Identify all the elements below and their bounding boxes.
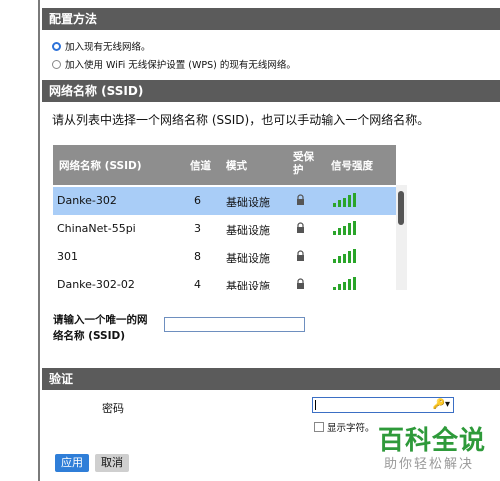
section-header-ssid: 网络名称 (SSID) — [42, 80, 500, 102]
scrollbar-thumb[interactable] — [398, 191, 404, 225]
col-channel-header: 信道 — [190, 160, 211, 172]
cell-ssid: 301 — [57, 250, 78, 263]
section-header-auth: 验证 — [42, 368, 500, 390]
checkbox[interactable] — [314, 422, 324, 432]
instruction-text: 请从列表中选择一个网络名称 (SSID)，也可以手动输入一个网络名称。 — [52, 113, 430, 127]
table-header: 网络名称 (SSID) 信道 模式 受保护 信号强度 — [53, 145, 396, 185]
cell-mode: 基础设施 — [226, 196, 270, 209]
lock-icon — [297, 250, 304, 261]
radio-label: 加入现有无线网络。 — [65, 42, 151, 53]
signal-icon — [333, 249, 356, 263]
table-row[interactable]: Danke-302-02 4 基础设施 — [53, 271, 396, 290]
col-mode-header: 模式 — [226, 160, 247, 172]
section-header-config: 配置方法 — [42, 8, 500, 30]
cancel-button[interactable]: 取消 — [95, 454, 129, 472]
ssid-label-line1: 请输入一个唯一的网 — [53, 314, 148, 326]
cell-channel: 8 — [194, 250, 201, 263]
table-row[interactable]: ChinaNet-55pi 3 基础设施 — [53, 215, 396, 243]
watermark-title: 百科全说 — [378, 426, 487, 456]
table-scrollbar[interactable] — [396, 185, 407, 290]
cell-ssid: ChinaNet-55pi — [57, 222, 136, 235]
ssid-input[interactable] — [164, 317, 305, 332]
password-field[interactable]: 🔑▾ — [312, 397, 454, 413]
show-chars-label: 显示字符。 — [327, 423, 375, 434]
col-name-header: 网络名称 (SSID) — [59, 160, 142, 172]
cell-channel: 6 — [194, 194, 201, 207]
ssid-input-label: 请输入一个唯一的网 络名称 (SSID) — [53, 312, 148, 344]
cell-ssid: Danke-302-02 — [57, 278, 135, 290]
key-icon[interactable]: 🔑▾ — [433, 399, 450, 410]
lock-icon — [297, 222, 304, 233]
radio-join-wps[interactable]: 加入使用 WiFi 无线保护设置 (WPS) 的现有无线网络。 — [52, 57, 296, 71]
col-security-header: 受保护 — [293, 151, 314, 176]
cell-channel: 4 — [194, 278, 201, 290]
radio-button-selected[interactable] — [52, 41, 61, 51]
ssid-label-line2: 络名称 (SSID) — [53, 330, 126, 342]
lock-icon — [297, 278, 304, 289]
show-chars-checkbox[interactable]: 显示字符。 — [314, 420, 375, 434]
signal-icon — [333, 221, 356, 235]
panel-divider — [38, 0, 40, 481]
table-row[interactable]: Danke-302 6 基础设施 — [53, 187, 396, 215]
password-label: 密码 — [102, 402, 124, 415]
left-panel — [0, 0, 40, 481]
apply-button[interactable]: 应用 — [55, 454, 89, 472]
col-signal-header: 信号强度 — [331, 160, 373, 172]
cell-ssid: Danke-302 — [57, 194, 117, 207]
signal-icon — [333, 277, 356, 290]
signal-icon — [333, 193, 356, 207]
cell-channel: 3 — [194, 222, 201, 235]
radio-label: 加入使用 WiFi 无线保护设置 (WPS) 的现有无线网络。 — [65, 60, 296, 71]
cell-mode: 基础设施 — [226, 252, 270, 265]
radio-join-existing[interactable]: 加入现有无线网络。 — [52, 39, 151, 53]
table-row[interactable]: 301 8 基础设施 — [53, 243, 396, 271]
watermark-subtitle: 助你轻松解决 — [384, 457, 475, 472]
network-table[interactable]: 网络名称 (SSID) 信道 模式 受保护 信号强度 Danke-302 6 基… — [53, 145, 407, 290]
cell-mode: 基础设施 — [226, 224, 270, 237]
radio-button[interactable] — [52, 59, 61, 69]
cell-mode: 基础设施 — [226, 280, 270, 290]
text-caret — [315, 400, 316, 410]
lock-icon — [297, 194, 304, 205]
